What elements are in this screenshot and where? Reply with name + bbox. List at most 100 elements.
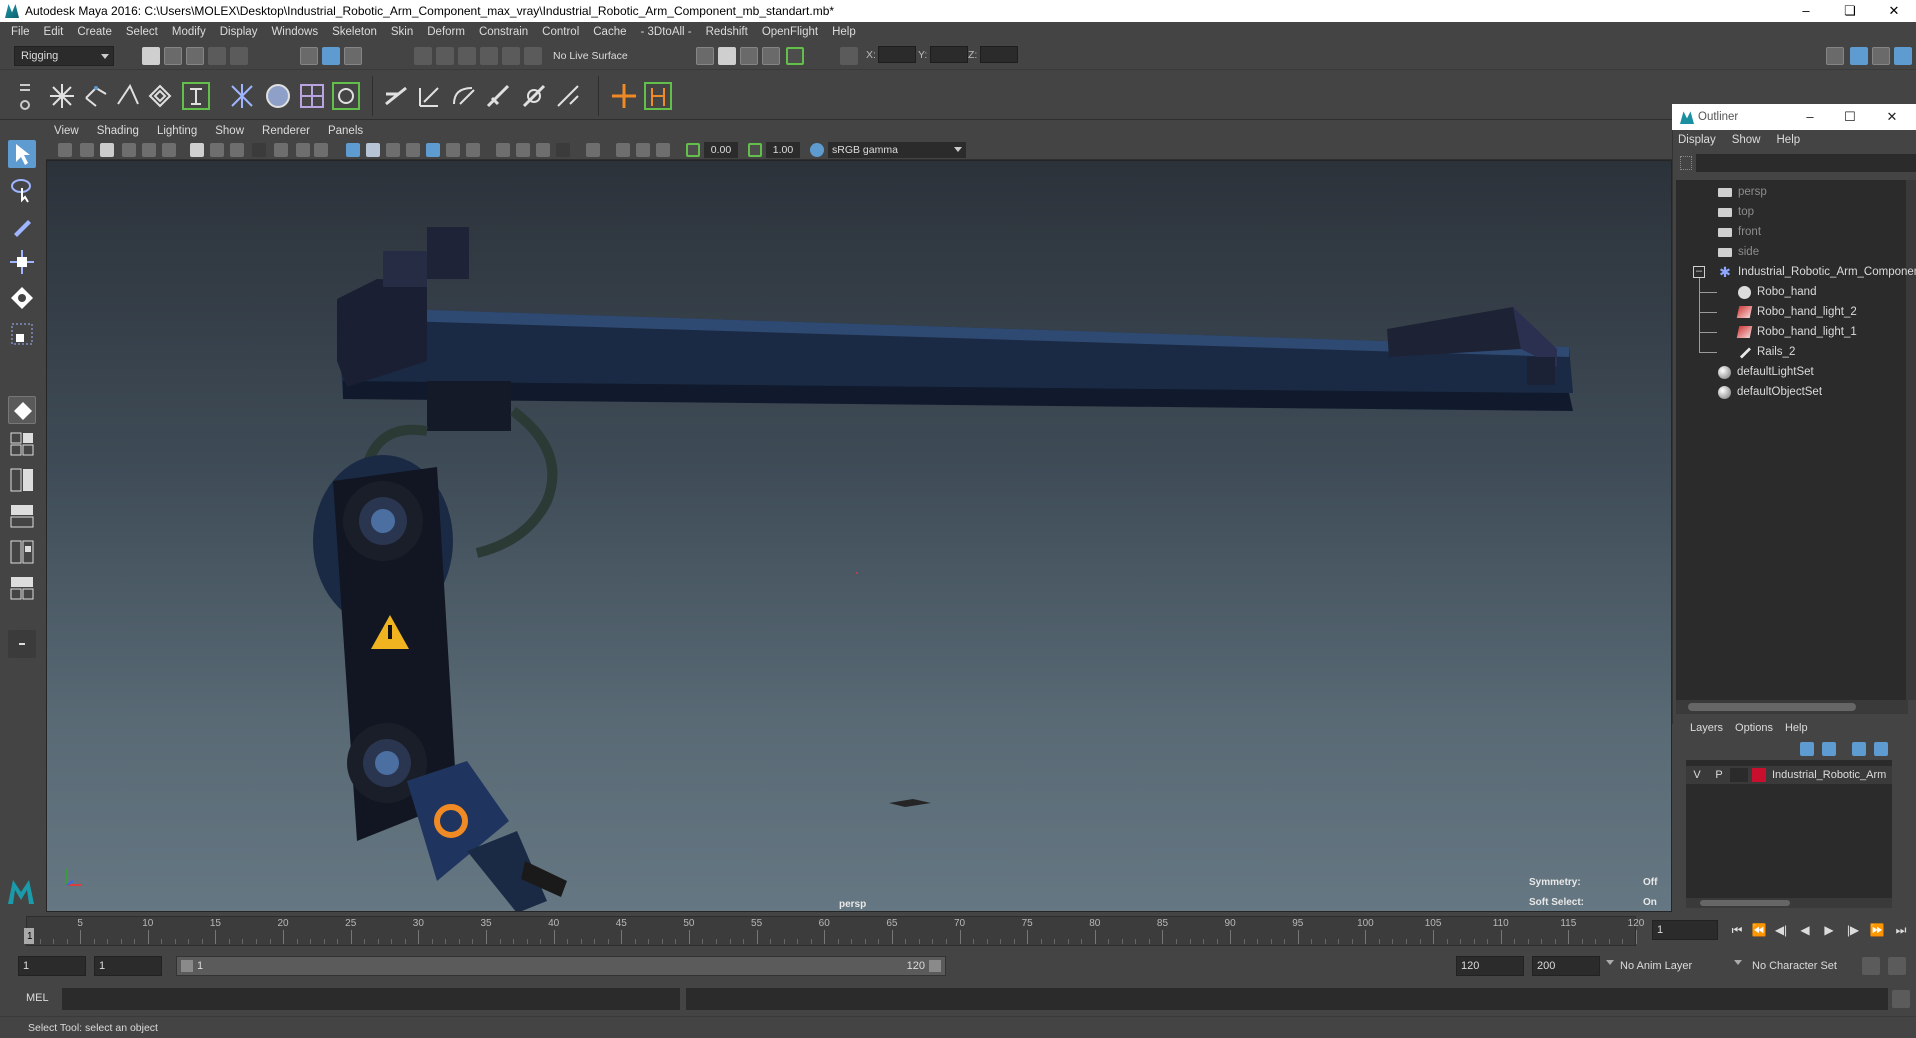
multisample-aa-icon[interactable] bbox=[516, 143, 530, 157]
menu-create[interactable]: Create bbox=[72, 26, 121, 38]
bookmark-icon[interactable] bbox=[100, 143, 114, 157]
minimize-button[interactable]: – bbox=[1784, 0, 1828, 22]
list-item[interactable]: Robo_hand_light_2 bbox=[1736, 303, 1857, 321]
screen-space-ao-icon[interactable] bbox=[466, 143, 480, 157]
save-scene-icon[interactable] bbox=[186, 47, 204, 65]
persp-outliner-layout-icon[interactable] bbox=[8, 466, 36, 494]
mel-label[interactable]: MEL bbox=[26, 992, 49, 1004]
use-all-lights-icon[interactable] bbox=[426, 143, 440, 157]
chevron-down-icon[interactable] bbox=[1734, 960, 1742, 965]
outliner-close-button[interactable]: ✕ bbox=[1870, 104, 1914, 130]
outliner-vertical-scrollbar[interactable] bbox=[1906, 180, 1916, 700]
outliner-search-input[interactable] bbox=[1696, 154, 1916, 172]
joint-tool-icon[interactable] bbox=[46, 80, 78, 112]
anim-layer-dropdown[interactable]: No Anim Layer bbox=[1620, 956, 1736, 976]
orient-constraint-icon[interactable] bbox=[448, 80, 480, 112]
2d-pan-zoom-icon[interactable] bbox=[142, 143, 156, 157]
command-input[interactable] bbox=[62, 988, 680, 1010]
wireframe-on-shaded-icon[interactable] bbox=[386, 143, 400, 157]
outliner-menu-display[interactable]: Display bbox=[1678, 134, 1716, 146]
textured-icon[interactable] bbox=[406, 143, 420, 157]
select-component-icon[interactable] bbox=[344, 47, 362, 65]
new-layer-selected-icon[interactable] bbox=[1874, 742, 1888, 756]
menu-control[interactable]: Control bbox=[537, 26, 588, 38]
list-item[interactable]: defaultObjectSet bbox=[1718, 383, 1822, 401]
list-item[interactable]: Robo_hand bbox=[1738, 283, 1816, 301]
xray-joints-icon[interactable] bbox=[636, 143, 650, 157]
list-item[interactable]: ✱ Industrial_Robotic_Arm_Component bbox=[1718, 263, 1916, 281]
transform-mode-icon[interactable] bbox=[840, 47, 858, 65]
layer-row[interactable]: V P Industrial_Robotic_Arm bbox=[1686, 766, 1892, 784]
list-item[interactable]: top bbox=[1718, 203, 1754, 221]
outliner-minimize-button[interactable]: – bbox=[1788, 104, 1832, 130]
shadows-icon[interactable] bbox=[446, 143, 460, 157]
point-constraint-icon[interactable] bbox=[414, 80, 446, 112]
new-empty-layer-icon[interactable] bbox=[1852, 742, 1866, 756]
move-tool-icon[interactable] bbox=[8, 248, 36, 276]
play-forwards-button[interactable]: ▶ bbox=[1820, 922, 1838, 938]
menu-openflight[interactable]: OpenFlight bbox=[757, 26, 827, 38]
menu-display[interactable]: Display bbox=[215, 26, 267, 38]
select-tool-icon[interactable] bbox=[8, 140, 36, 168]
step-forward-frame-button[interactable]: |▶ bbox=[1844, 922, 1862, 938]
perspective-viewport[interactable]: persp Symmetry: Off Soft Select: On bbox=[46, 160, 1672, 912]
playback-start-field[interactable]: 1 bbox=[94, 956, 162, 976]
redo-icon[interactable] bbox=[230, 47, 248, 65]
lasso-tool-icon[interactable] bbox=[8, 176, 36, 204]
modeling-toolkit-icon[interactable] bbox=[1826, 47, 1844, 65]
shelf-menu-icon[interactable] bbox=[20, 78, 34, 116]
scrollbar-thumb[interactable] bbox=[1688, 703, 1856, 711]
make-live-icon[interactable] bbox=[524, 47, 542, 65]
menu-file[interactable]: File bbox=[6, 26, 39, 38]
xray-active-icon[interactable] bbox=[616, 143, 630, 157]
camera-attributes-icon[interactable] bbox=[80, 143, 94, 157]
single-perspective-layout-icon[interactable] bbox=[8, 396, 36, 424]
bind-skin-icon[interactable] bbox=[180, 80, 212, 112]
attribute-editor-toggle-icon[interactable] bbox=[1872, 47, 1890, 65]
outliner-horizontal-scrollbar[interactable] bbox=[1676, 700, 1908, 714]
field-chart-icon[interactable] bbox=[274, 143, 288, 157]
safe-action-icon[interactable] bbox=[296, 143, 310, 157]
menu-deform[interactable]: Deform bbox=[422, 26, 474, 38]
four-view-layout-icon[interactable] bbox=[8, 430, 36, 458]
vp-menu-panels[interactable]: Panels bbox=[328, 125, 363, 137]
paint-weights-icon[interactable] bbox=[226, 80, 258, 112]
list-item[interactable]: side bbox=[1718, 243, 1759, 261]
chevron-down-icon[interactable] bbox=[1606, 960, 1614, 965]
parent-constraint-icon[interactable] bbox=[380, 80, 412, 112]
aim-constraint-icon[interactable] bbox=[518, 80, 550, 112]
new-scene-icon[interactable] bbox=[142, 47, 160, 65]
open-scene-icon[interactable] bbox=[164, 47, 182, 65]
step-forward-key-button[interactable]: ⏩ bbox=[1868, 922, 1886, 938]
go-to-start-button[interactable]: ⏮ bbox=[1728, 922, 1746, 938]
animation-end-field[interactable]: 200 bbox=[1532, 956, 1600, 976]
paint-select-icon[interactable] bbox=[8, 212, 36, 240]
select-object-icon[interactable] bbox=[322, 47, 340, 65]
ik-handle-icon[interactable] bbox=[112, 80, 144, 112]
move-layer-down-icon[interactable] bbox=[1822, 742, 1836, 756]
snap-point-icon[interactable] bbox=[458, 47, 476, 65]
filter-icon[interactable] bbox=[1680, 156, 1692, 170]
grease-pencil-icon[interactable] bbox=[162, 143, 176, 157]
restore-button[interactable]: ❏ bbox=[1828, 0, 1872, 22]
playback-end-field[interactable]: 120 bbox=[1456, 956, 1524, 976]
wireframe-icon[interactable] bbox=[346, 143, 360, 157]
snap-view-plane-icon[interactable] bbox=[480, 47, 498, 65]
film-gate-icon[interactable] bbox=[210, 143, 224, 157]
snap-live-icon[interactable] bbox=[502, 47, 520, 65]
grid-icon[interactable] bbox=[190, 143, 204, 157]
custom-layout-icon[interactable] bbox=[8, 630, 36, 658]
exposure-field[interactable]: 0.00 bbox=[704, 142, 738, 158]
rotate-tool-icon[interactable] bbox=[8, 284, 36, 312]
menu-redshift[interactable]: Redshift bbox=[701, 26, 757, 38]
set-driven-key-icon[interactable] bbox=[642, 80, 674, 112]
step-back-frame-button[interactable]: ◀| bbox=[1772, 922, 1790, 938]
scale-tool-icon[interactable] bbox=[8, 320, 36, 348]
step-back-key-button[interactable]: ⏪ bbox=[1750, 922, 1768, 938]
tool-settings-toggle-icon[interactable] bbox=[1894, 47, 1912, 65]
outliner-maximize-button[interactable]: ☐ bbox=[1828, 104, 1872, 130]
menu-constrain[interactable]: Constrain bbox=[474, 26, 537, 38]
menu-cache[interactable]: Cache bbox=[588, 26, 635, 38]
select-camera-icon[interactable] bbox=[58, 143, 72, 157]
select-hierarchy-icon[interactable] bbox=[300, 47, 318, 65]
